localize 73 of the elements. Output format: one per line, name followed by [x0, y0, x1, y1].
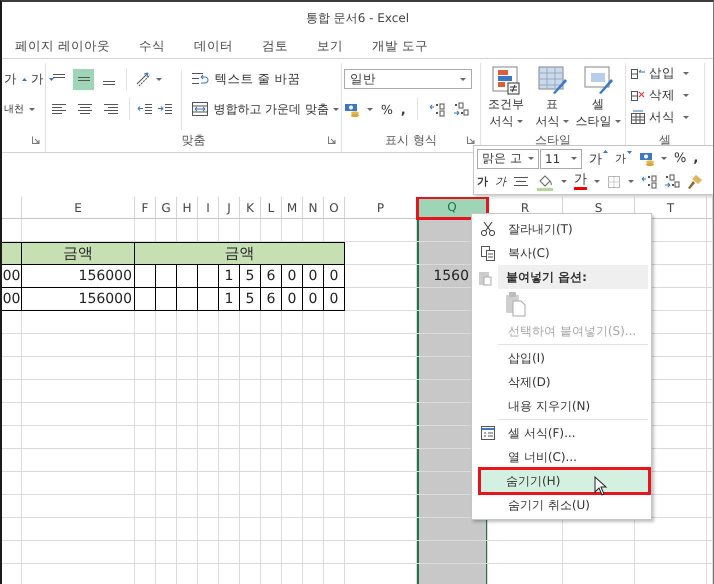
table-cell: 156000 [22, 265, 135, 288]
window-title: 통합 문서6 - Excel [306, 10, 410, 27]
column-header[interactable]: G [156, 197, 177, 219]
grow-font-button[interactable]: 가 [4, 70, 27, 88]
column-header[interactable]: P [345, 197, 417, 219]
table-cell: 0 [324, 288, 345, 311]
table-cell: 5 [240, 288, 261, 311]
table-cell: 1 [219, 265, 240, 288]
table-cell: 6 [261, 265, 282, 288]
ribbon-tab[interactable]: 개발 도구 [372, 38, 428, 55]
merge-center-button[interactable]: 병합하고 가운데 맞춤 [191, 100, 339, 118]
column-header[interactable]: F [135, 197, 156, 219]
menu-item[interactable]: 복사(C) [474, 241, 649, 265]
menu-item[interactable]: 삽입(I) [474, 346, 649, 370]
menu-heading: 붙여넣기 옵션: [506, 268, 587, 286]
font-color-button[interactable]: 가 [574, 173, 587, 190]
column-header[interactable]: I [198, 197, 219, 219]
delete-button[interactable]: 삭제 [630, 85, 700, 106]
column-header[interactable]: K [240, 197, 261, 219]
column-header[interactable]: E [22, 197, 135, 219]
group-label: 표시 형식 [385, 132, 437, 149]
table-cell: 0 [303, 288, 324, 311]
ribbon-tab[interactable]: 보기 [316, 38, 343, 55]
format-button[interactable]: 서식 [630, 107, 700, 128]
table-cell: 금액 [22, 242, 135, 265]
column-header[interactable]: N [303, 197, 324, 219]
menu-item[interactable]: 숨기기(H) [480, 469, 649, 493]
column-header[interactable]: O [324, 197, 345, 219]
ribbon-tab[interactable]: 검토 [262, 38, 288, 55]
percent-button[interactable]: % [674, 151, 686, 166]
font-size-field[interactable]: 11 [540, 148, 582, 168]
table-cell: 금액 [135, 242, 345, 265]
column-header[interactable]: M [282, 197, 303, 219]
comma-button[interactable]: , [400, 102, 406, 116]
italic-button[interactable]: 가 [495, 174, 506, 189]
number-format-dropdown[interactable]: 일반 [344, 69, 472, 89]
table-cell: 00 [2, 288, 22, 311]
table-cell: 6 [261, 288, 282, 311]
table-cell: 0 [303, 265, 324, 288]
ribbon-tab[interactable]: 페이지 레이아웃 [15, 38, 110, 55]
column-header[interactable]: Q [417, 197, 488, 219]
ribbon-tab[interactable]: 수식 [138, 38, 165, 55]
column-header[interactable]: H [177, 197, 198, 219]
column-header[interactable]: L [261, 197, 282, 219]
phonetic-button[interactable]: 내천 [4, 102, 35, 116]
group-label: 맞춤 [182, 132, 206, 149]
shrink-font-button[interactable]: 가 [615, 151, 632, 166]
table-cell: 156000 [22, 288, 135, 311]
menu-item[interactable]: 열 너비(C)... [474, 445, 649, 469]
conditional-format-button[interactable]: 조건부 서식 [483, 65, 529, 132]
table-cell: 0 [324, 265, 345, 288]
menu-item[interactable]: 잘라내기(T) [474, 217, 649, 241]
comma-button[interactable]: , [693, 151, 698, 166]
menu-item[interactable]: 숨기기 취소(U) [474, 493, 649, 517]
insert-button[interactable]: 삽입 [630, 63, 700, 84]
percent-button[interactable]: % [381, 102, 393, 116]
wrap-text-button[interactable]: 텍스트 줄 바꿈 [191, 70, 300, 88]
cell-styles-button[interactable]: 셀 스타일 [575, 65, 621, 132]
table-cell: 1 [219, 288, 240, 311]
column-header[interactable]: J [219, 197, 240, 219]
format-table-button[interactable]: 표 서식 [529, 65, 575, 132]
table-cell: 0 [282, 265, 303, 288]
shrink-font-button[interactable]: 가 [31, 70, 54, 88]
font-name-field[interactable]: 맑은 고 [477, 148, 539, 168]
table-cell: 0 [282, 288, 303, 311]
ribbon-tab[interactable]: 데이터 [194, 38, 233, 55]
bold-button[interactable]: 가 [477, 174, 488, 189]
table-cell: 00 [2, 265, 22, 288]
menu-item[interactable]: 내용 지우기(N) [474, 394, 649, 418]
menu-item[interactable]: 삭제(D) [474, 370, 649, 394]
menu-item[interactable]: 셀 서식(F)... [474, 421, 649, 445]
table-cell: 5 [240, 265, 261, 288]
grow-font-button[interactable]: 가 [589, 150, 608, 168]
